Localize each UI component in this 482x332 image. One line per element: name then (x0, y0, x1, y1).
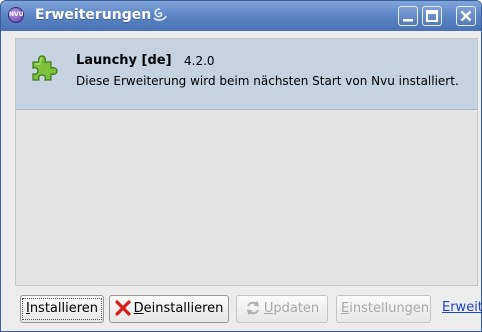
uninstall-button-label: Deinstallieren (111, 298, 228, 320)
nvu-app-icon[interactable]: NVU (8, 7, 24, 23)
window-title: Erweiterungen (35, 7, 152, 23)
close-button[interactable] (456, 6, 476, 26)
settings-button-label: Einstellungen (341, 301, 430, 316)
update-button[interactable]: Updaten (236, 295, 328, 323)
extension-status: Diese Erweiterung wird beim nächsten Sta… (76, 74, 459, 88)
more-extensions-link[interactable]: Erweit (442, 300, 481, 315)
list-item[interactable]: Launchy [de] 4.2.0 Diese Erweiterung wir… (16, 39, 477, 110)
extensions-window: NVU Erweiterungen Launchy [de] 4.2.0 Die… (0, 0, 482, 332)
uninstall-button[interactable]: Deinstallieren (109, 295, 229, 323)
title-bar[interactable]: NVU Erweiterungen (1, 1, 481, 31)
update-button-label: Updaten (241, 298, 323, 320)
minimize-icon (403, 19, 413, 22)
minimize-button[interactable] (398, 6, 418, 26)
puzzle-piece-icon (32, 55, 58, 81)
maximize-button[interactable] (422, 6, 442, 26)
refresh-icon (246, 300, 259, 315)
red-x-icon (114, 299, 131, 316)
settings-button[interactable]: Einstellungen (336, 295, 431, 323)
extension-name: Launchy [de] (76, 53, 172, 68)
extension-version: 4.2.0 (184, 54, 215, 68)
maximize-icon (426, 10, 438, 22)
install-button[interactable]: Installieren (20, 295, 104, 323)
swirl-icon (153, 8, 167, 21)
close-icon (460, 10, 472, 22)
extensions-list[interactable]: Launchy [de] 4.2.0 Diese Erweiterung wir… (15, 38, 478, 286)
install-button-label: Installieren (21, 298, 103, 320)
